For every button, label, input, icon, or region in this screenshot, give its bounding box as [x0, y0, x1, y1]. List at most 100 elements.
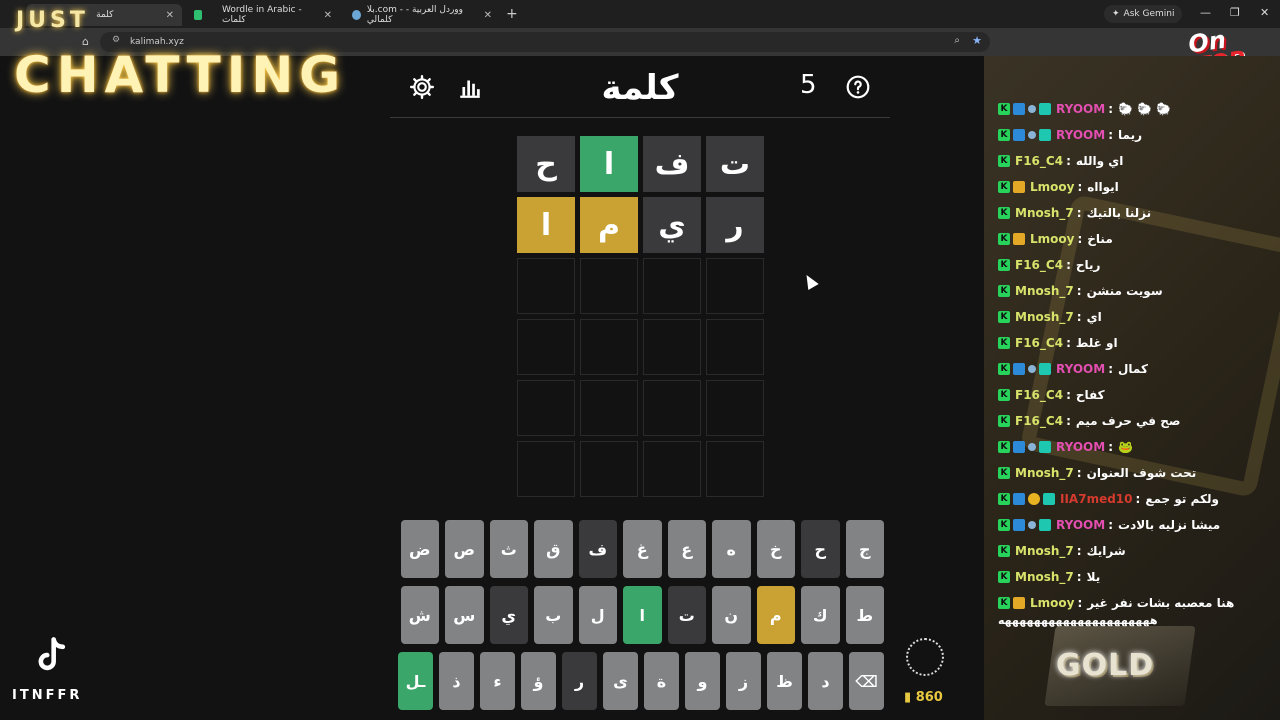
ask-gemini-button[interactable]: ✦ Ask Gemini	[1104, 5, 1183, 23]
board-tile	[706, 380, 764, 436]
key-ف[interactable]: ف	[578, 520, 617, 578]
chat-separator: :	[1077, 180, 1083, 194]
key-ع[interactable]: ع	[667, 520, 706, 578]
key-ر[interactable]: ر	[562, 652, 597, 710]
chat-username[interactable]: Lmooy	[1030, 232, 1074, 246]
backspace-key[interactable]: ⌫	[849, 652, 884, 710]
chat-username[interactable]: RYOOM	[1056, 518, 1105, 532]
tab-kalmaly[interactable]: بلا.com - ووردل العربية - كلمالي ✕	[344, 4, 500, 26]
streamer-handle: ITNFFR	[12, 688, 83, 703]
key-ق[interactable]: ق	[534, 520, 573, 578]
key-و[interactable]: و	[685, 652, 720, 710]
chat-separator: :	[1077, 232, 1083, 246]
key-ء[interactable]: ء	[480, 652, 515, 710]
chat-username[interactable]: RYOOM	[1056, 362, 1105, 376]
chat-username[interactable]: Mnosh_7	[1015, 466, 1074, 480]
chat-text: 🐸	[1118, 440, 1133, 454]
bar-chart-icon[interactable]	[457, 74, 483, 100]
chat-username[interactable]: F16_C4	[1015, 154, 1063, 168]
key-ذ[interactable]: ذ	[439, 652, 474, 710]
board-row: ريما	[516, 197, 764, 253]
key-م[interactable]: م	[756, 586, 795, 644]
zoom-icon[interactable]: ⌕	[954, 35, 960, 46]
kick-badge-icon: K	[998, 233, 1010, 245]
chat-username[interactable]: RYOOM	[1056, 102, 1105, 116]
chat-message: K F16_C4 : رياح	[998, 252, 1278, 278]
key-ظ[interactable]: ظ	[767, 652, 802, 710]
chat-username[interactable]: F16_C4	[1015, 258, 1063, 272]
chat-message: K F16_C4 : صح في حرف ميم	[998, 408, 1278, 434]
key-ن[interactable]: ن	[712, 586, 751, 644]
chat-username[interactable]: Mnosh_7	[1015, 570, 1074, 584]
chat-text: تحت شوف العنوان	[1086, 466, 1197, 480]
keyboard-row: جحخهعغفقثصض	[398, 520, 884, 578]
close-window-button[interactable]: ✕	[1260, 6, 1269, 19]
circle-badge-icon	[1028, 443, 1036, 451]
tab-wordle-arabic[interactable]: Wordle in Arabic - كلمات ✕	[214, 4, 340, 26]
chat-username[interactable]: F16_C4	[1015, 336, 1063, 350]
chat-username[interactable]: Mnosh_7	[1015, 206, 1074, 220]
maximize-button[interactable]: ❐	[1230, 6, 1240, 19]
pixel-badge-icon	[1013, 493, 1025, 505]
kick-badge-icon: K	[998, 571, 1010, 583]
coin-icon: ▮	[904, 690, 916, 705]
key-ث[interactable]: ث	[489, 520, 528, 578]
key-ج[interactable]: ج	[845, 520, 884, 578]
kick-badge-icon: K	[998, 311, 1010, 323]
chat-username[interactable]: F16_C4	[1015, 388, 1063, 402]
key-ح[interactable]: ح	[801, 520, 840, 578]
board-tile	[517, 319, 575, 375]
key-ط[interactable]: ط	[845, 586, 884, 644]
chat-message: K RYOOM : ميشا نزليه بالادت	[998, 512, 1278, 538]
key-خ[interactable]: خ	[756, 520, 795, 578]
chat-text: او غلط	[1075, 336, 1118, 350]
key-ك[interactable]: ك	[801, 586, 840, 644]
chat-username[interactable]: Lmooy	[1030, 180, 1074, 194]
chat-username[interactable]: IIA7med10	[1060, 492, 1133, 506]
chat-username[interactable]: RYOOM	[1056, 440, 1105, 454]
grid-badge-icon	[1043, 493, 1055, 505]
close-tab-icon[interactable]: ✕	[166, 10, 174, 21]
key-ا[interactable]: ا	[623, 586, 662, 644]
key-ه[interactable]: ه	[712, 520, 751, 578]
key-ش[interactable]: ش	[400, 586, 439, 644]
key-س[interactable]: س	[445, 586, 484, 644]
board-tile	[580, 441, 638, 497]
chat-username[interactable]: Mnosh_7	[1015, 544, 1074, 558]
key-ز[interactable]: ز	[726, 652, 761, 710]
bookmark-star-icon[interactable]: ★	[972, 34, 982, 47]
chat-text: رياح	[1075, 258, 1101, 272]
key-د[interactable]: د	[808, 652, 843, 710]
chat-username[interactable]: Mnosh_7	[1015, 310, 1074, 324]
key-ت[interactable]: ت	[667, 586, 706, 644]
close-tab-icon[interactable]: ✕	[484, 10, 492, 21]
board-tile	[517, 380, 575, 436]
key-ب[interactable]: ب	[534, 586, 573, 644]
minimize-button[interactable]: —	[1200, 6, 1211, 19]
key-ؤ[interactable]: ؤ	[521, 652, 556, 710]
key-غ[interactable]: غ	[623, 520, 662, 578]
key-ل[interactable]: ل	[578, 586, 617, 644]
close-tab-icon[interactable]: ✕	[324, 10, 332, 21]
tab-pinned[interactable]	[186, 4, 210, 26]
enter-key[interactable]: ـل	[398, 652, 433, 710]
chat-username[interactable]: Lmooy	[1030, 596, 1074, 610]
browser-tab-bar: كلمة ✕ Wordle in Arabic - كلمات ✕ بلا.co…	[0, 0, 1280, 28]
kick-badge-icon: K	[998, 519, 1010, 531]
gear-icon[interactable]	[409, 74, 435, 100]
chat-username[interactable]: F16_C4	[1015, 414, 1063, 428]
key-ى[interactable]: ى	[603, 652, 638, 710]
chat-username[interactable]: Mnosh_7	[1015, 284, 1074, 298]
key-ض[interactable]: ض	[400, 520, 439, 578]
key-ص[interactable]: ص	[445, 520, 484, 578]
chat-separator: :	[1108, 102, 1114, 116]
key-ي[interactable]: ي	[489, 586, 528, 644]
site-info-icon[interactable]: ⚙	[112, 35, 120, 45]
key-ة[interactable]: ة	[644, 652, 679, 710]
chat-separator: :	[1076, 466, 1082, 480]
board-tile	[643, 319, 701, 375]
board-row	[516, 441, 764, 497]
question-icon[interactable]	[845, 74, 871, 100]
chat-username[interactable]: RYOOM	[1056, 128, 1105, 142]
new-tab-button[interactable]: +	[506, 6, 518, 22]
